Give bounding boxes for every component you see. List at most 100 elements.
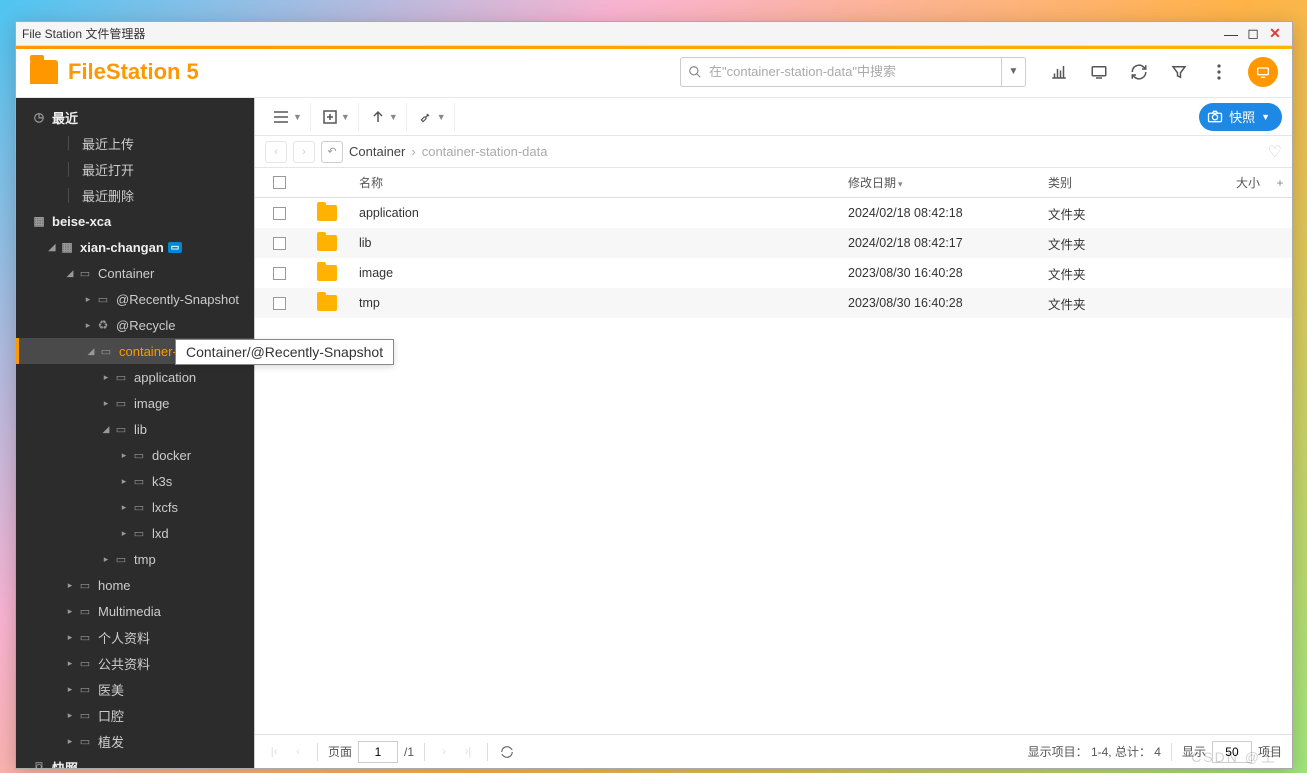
sidebar-lxd[interactable]: ▸lxd — [16, 520, 254, 546]
folder-icon — [76, 683, 94, 696]
sidebar-image[interactable]: ▸image — [16, 390, 254, 416]
folder-icon — [76, 631, 94, 644]
sidebar-multimedia[interactable]: ▸Multimedia — [16, 598, 254, 624]
sidebar[interactable]: 最近 最近上传 最近打开 最近删除 beise-xca ◢xian-changa… — [16, 98, 254, 768]
sidebar-volume[interactable]: ◢xian-changan▭ — [16, 234, 254, 260]
create-button[interactable]: ▼ — [315, 103, 359, 131]
sidebar-recent-upload[interactable]: 最近上传 — [16, 130, 254, 156]
table-row[interactable]: application2024/02/18 08:42:18文件夹 — [255, 198, 1292, 228]
nav-back[interactable]: ‹ — [265, 141, 287, 163]
sidebar-container[interactable]: ◢Container — [16, 260, 254, 286]
titlebar[interactable]: File Station 文件管理器 — ◻ ✕ — [16, 22, 1292, 46]
sidebar-recent-delete[interactable]: 最近删除 — [16, 182, 254, 208]
toolbar: ▼ ▼ ▼ ▼ 快照▼ — [255, 98, 1292, 136]
folder-icon — [112, 371, 130, 384]
sidebar-k3s[interactable]: ▸k3s — [16, 468, 254, 494]
select-all-checkbox[interactable] — [273, 176, 286, 189]
search-dropdown[interactable]: ▼ — [1001, 58, 1025, 86]
page-first[interactable]: |‹ — [265, 743, 283, 761]
window-title: File Station 文件管理器 — [22, 25, 1220, 42]
table-row[interactable]: lib2024/02/18 08:42:17文件夹 — [255, 228, 1292, 258]
file-type: 文件夹 — [1048, 294, 1178, 313]
more-icon[interactable] — [1208, 61, 1230, 83]
col-name[interactable]: 名称 — [351, 174, 848, 191]
volume-badge: ▭ — [168, 242, 183, 253]
filter-icon[interactable] — [1168, 61, 1190, 83]
file-date: 2024/02/18 08:42:18 — [848, 206, 1048, 220]
search-icon — [681, 65, 709, 79]
folder-icon — [130, 449, 148, 462]
show-count-input[interactable] — [1212, 741, 1252, 763]
sidebar-lxcfs[interactable]: ▸lxcfs — [16, 494, 254, 520]
sidebar-application[interactable]: ▸application — [16, 364, 254, 390]
minimize-button[interactable]: — — [1220, 24, 1242, 44]
table-row[interactable]: image2023/08/30 16:40:28文件夹 — [255, 258, 1292, 288]
nav-forward[interactable]: › — [293, 141, 315, 163]
sidebar-public[interactable]: ▸公共资料 — [16, 650, 254, 676]
sidebar-home[interactable]: ▸home — [16, 572, 254, 598]
file-type: 文件夹 — [1048, 264, 1178, 283]
folder-icon — [94, 293, 112, 306]
refresh-icon[interactable] — [1128, 61, 1150, 83]
folder-icon — [317, 265, 337, 281]
sidebar-recycle[interactable]: ▸@Recycle — [16, 312, 254, 338]
folder-icon — [76, 657, 94, 670]
row-checkbox[interactable] — [273, 297, 286, 310]
page-last[interactable]: ›| — [459, 743, 477, 761]
app-name: FileStation 5 — [68, 59, 199, 85]
folder-icon — [76, 735, 94, 748]
snapshot-button[interactable]: 快照▼ — [1199, 103, 1282, 131]
refresh-button[interactable] — [498, 743, 516, 761]
tooltip: Container/@Recently-Snapshot — [175, 339, 394, 365]
page-prev[interactable]: ‹ — [289, 743, 307, 761]
upload-button[interactable]: ▼ — [363, 103, 407, 131]
sidebar-snapshot-root[interactable]: 快照 — [16, 754, 254, 768]
favorite-icon[interactable]: ♡ — [1268, 142, 1282, 162]
row-checkbox[interactable] — [273, 207, 286, 220]
network-icon[interactable] — [1048, 61, 1070, 83]
sidebar-tmp[interactable]: ▸tmp — [16, 546, 254, 572]
add-column-button[interactable]: + — [1268, 176, 1292, 190]
table-row[interactable]: tmp2023/08/30 16:40:28文件夹 — [255, 288, 1292, 318]
row-checkbox[interactable] — [273, 237, 286, 250]
header-tools — [1048, 57, 1278, 87]
crumb-container[interactable]: Container — [349, 144, 405, 159]
folder-icon — [317, 205, 337, 221]
sidebar-hair[interactable]: ▸植发 — [16, 728, 254, 754]
file-list[interactable]: application2024/02/18 08:42:18文件夹lib2024… — [255, 198, 1292, 734]
sidebar-docker[interactable]: ▸docker — [16, 442, 254, 468]
remote-icon[interactable] — [1248, 57, 1278, 87]
col-type[interactable]: 类别 — [1048, 174, 1178, 191]
col-date[interactable]: 修改日期▾ — [848, 174, 1048, 191]
col-size[interactable]: 大小 — [1178, 174, 1268, 191]
file-date: 2023/08/30 16:40:28 — [848, 266, 1048, 280]
search-box[interactable]: ▼ — [680, 57, 1026, 87]
crumb-current[interactable]: container-station-data — [422, 144, 548, 159]
folder-icon — [130, 501, 148, 514]
sidebar-recent-open[interactable]: 最近打开 — [16, 156, 254, 182]
sidebar-lib[interactable]: ◢lib — [16, 416, 254, 442]
sidebar-nas[interactable]: beise-xca — [16, 208, 254, 234]
nav-up[interactable]: ↶ — [321, 141, 343, 163]
app-logo[interactable]: FileStation 5 — [30, 59, 199, 85]
maximize-button[interactable]: ◻ — [1242, 24, 1264, 44]
row-checkbox[interactable] — [273, 267, 286, 280]
clock-icon — [30, 110, 48, 124]
sidebar-medical[interactable]: ▸医美 — [16, 676, 254, 702]
page-input[interactable] — [358, 741, 398, 763]
folder-icon — [97, 345, 115, 358]
app-header: FileStation 5 ▼ — [16, 46, 1292, 98]
sidebar-recent[interactable]: 最近 — [16, 104, 254, 130]
page-next[interactable]: › — [435, 743, 453, 761]
view-mode-button[interactable]: ▼ — [265, 103, 311, 131]
search-input[interactable] — [709, 64, 1001, 79]
sidebar-personal[interactable]: ▸个人资料 — [16, 624, 254, 650]
sidebar-recently-snapshot[interactable]: ▸@Recently-Snapshot — [16, 286, 254, 312]
tools-button[interactable]: ▼ — [411, 103, 455, 131]
file-type: 文件夹 — [1048, 204, 1178, 223]
file-type: 文件夹 — [1048, 234, 1178, 253]
sidebar-dental[interactable]: ▸口腔 — [16, 702, 254, 728]
close-button[interactable]: ✕ — [1264, 24, 1286, 44]
sort-desc-icon: ▾ — [898, 179, 903, 189]
cast-icon[interactable] — [1088, 61, 1110, 83]
